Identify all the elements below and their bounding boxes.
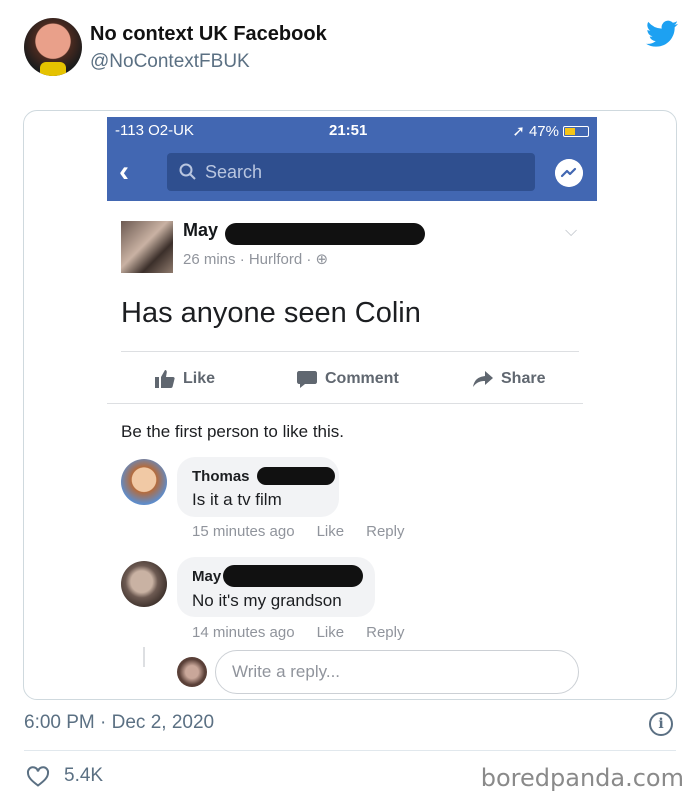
carrier-label: -113 O2-UK — [115, 122, 194, 139]
facebook-nav: ‹ Search — [107, 153, 597, 193]
battery-icon — [563, 125, 589, 137]
comment-reply-link[interactable]: Reply — [366, 624, 404, 641]
like-button[interactable]: Like — [155, 367, 215, 391]
search-icon — [179, 163, 196, 180]
phone-status-bar: -113 O2-UK 21:51 ➚ 47% — [107, 117, 597, 143]
name-redaction — [257, 467, 335, 485]
twitter-bird-icon[interactable] — [646, 20, 678, 48]
comment-actions: 15 minutes ago Like Reply — [192, 523, 404, 540]
chevron-down-icon[interactable]: ⌵ — [565, 223, 583, 241]
comment-text: Is it a tv film — [192, 490, 282, 509]
author-avatar[interactable] — [24, 18, 82, 76]
comment-author[interactable]: Thomas — [192, 468, 250, 485]
share-arrow-icon — [473, 371, 493, 387]
current-user-avatar — [177, 657, 207, 687]
thumbs-up-icon — [155, 370, 175, 388]
globe-icon: ⊕ — [315, 251, 329, 268]
name-redaction — [223, 565, 363, 587]
name-redaction — [225, 223, 425, 245]
search-placeholder: Search — [205, 161, 263, 182]
comment-author[interactable]: May — [192, 568, 221, 585]
reply-placeholder: Write a reply... — [232, 662, 341, 681]
reply-thread-line — [143, 647, 145, 667]
battery-status: ➚ 47% — [512, 122, 589, 140]
like-label: Like — [183, 370, 216, 387]
comment-button[interactable]: Comment — [297, 367, 399, 391]
comment-time: 15 minutes ago — [192, 523, 295, 540]
comment-like-link[interactable]: Like — [317, 523, 345, 540]
divider — [121, 351, 579, 352]
commenter-avatar[interactable] — [121, 561, 167, 607]
watermark: boredpanda.com — [480, 764, 684, 792]
location-arrow-icon: ➚ — [512, 123, 525, 140]
likes-summary: Be the first person to like this. — [121, 422, 344, 441]
tweet-timestamp[interactable]: 6:00 PM · Dec 2, 2020 — [24, 712, 214, 734]
poster-avatar[interactable] — [121, 221, 173, 273]
messenger-icon[interactable] — [555, 159, 583, 187]
divider — [107, 403, 583, 404]
comment-reply-link[interactable]: Reply — [366, 523, 404, 540]
comment-text: No it's my grandson — [192, 591, 342, 610]
clock: 21:51 — [329, 122, 368, 139]
tweet-header: No context UK Facebook @NoContextFBUK — [24, 18, 684, 78]
back-arrow-icon[interactable]: ‹ — [119, 157, 143, 187]
reply-input[interactable]: Write a reply... — [215, 650, 579, 694]
comment-like-link[interactable]: Like — [317, 624, 345, 641]
facebook-top-bar: -113 O2-UK 21:51 ➚ 47% ‹ Search — [107, 117, 597, 201]
comment-label: Comment — [325, 370, 399, 387]
tweet-media[interactable]: -113 O2-UK 21:51 ➚ 47% ‹ Search May 26 m… — [23, 110, 677, 700]
author-name[interactable]: No context UK Facebook — [90, 23, 327, 46]
post-text: Has anyone seen Colin — [121, 297, 421, 329]
post-meta-text: 26 mins · Hurlford · — [183, 251, 316, 268]
info-icon[interactable]: i — [649, 712, 673, 736]
battery-percent: 47% — [528, 122, 559, 140]
divider — [24, 750, 676, 751]
share-label: Share — [501, 370, 546, 387]
facebook-screenshot: -113 O2-UK 21:51 ➚ 47% ‹ Search May 26 m… — [107, 117, 597, 697]
commenter-avatar[interactable] — [121, 459, 167, 505]
share-button[interactable]: Share — [473, 367, 545, 391]
battery-level — [565, 127, 575, 135]
author-handle[interactable]: @NoContextFBUK — [90, 51, 250, 73]
comment-actions: 14 minutes ago Like Reply — [192, 624, 404, 641]
search-input[interactable]: Search — [167, 153, 535, 191]
comment-time: 14 minutes ago — [192, 624, 295, 641]
poster-name[interactable]: May — [183, 220, 218, 241]
comment-icon — [297, 371, 317, 388]
heart-icon[interactable] — [26, 765, 50, 787]
like-count[interactable]: 5.4K — [64, 765, 103, 787]
post-meta: 26 mins · Hurlford · ⊕ — [183, 250, 328, 268]
